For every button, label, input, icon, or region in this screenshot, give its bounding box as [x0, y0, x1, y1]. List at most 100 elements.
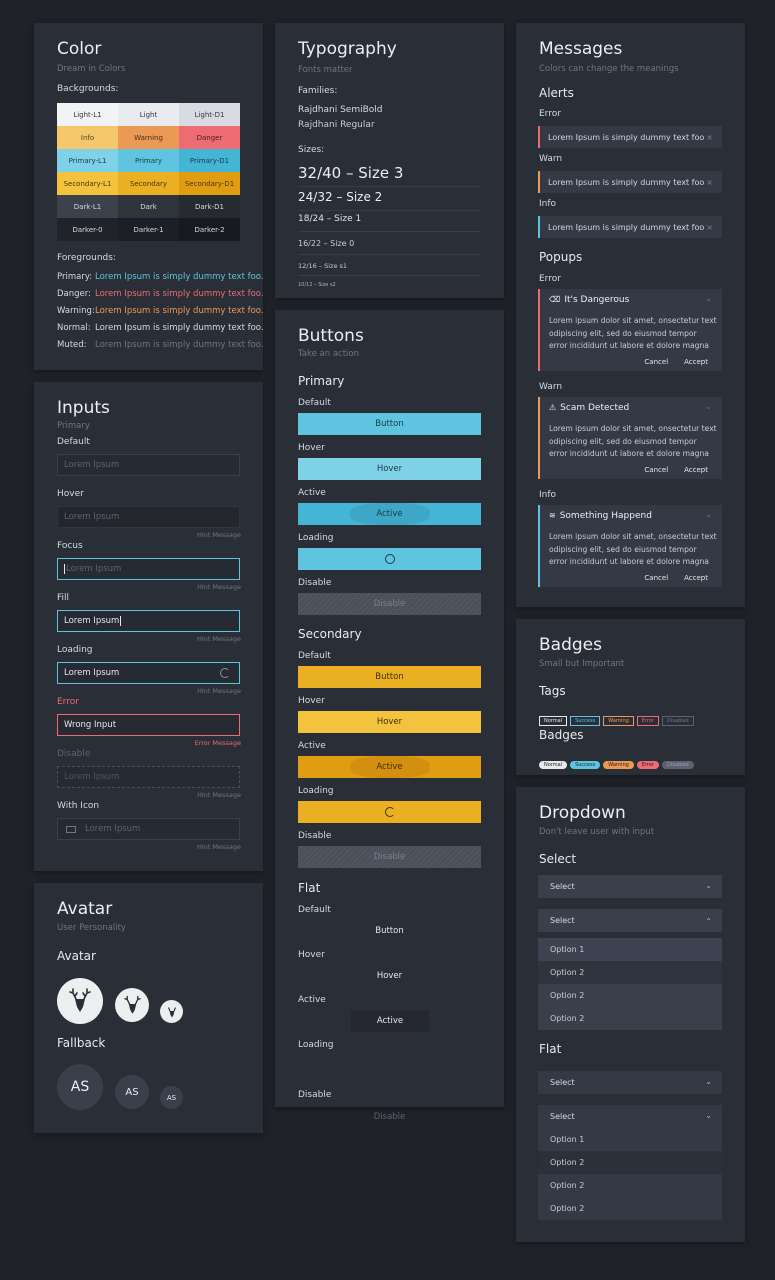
badges-row: Normal Success Warning Error Disabled	[539, 751, 697, 770]
alert-warn: Lorem Ipsum is simply dummy text foo ×	[538, 171, 722, 193]
deer-icon	[167, 1006, 176, 1017]
input-field-fill[interactable]: Lorem Ipsum	[57, 610, 240, 632]
button-default[interactable]: Button	[298, 666, 481, 688]
option-label: Option 2	[550, 1158, 585, 1167]
dropdown-option[interactable]: Option 2	[538, 1151, 722, 1174]
popup-level-label: Info	[539, 490, 557, 500]
dropdown-option[interactable]: Option 2	[538, 1007, 722, 1030]
cancel-button[interactable]: Cancel	[644, 358, 668, 366]
input-state-label: Default	[57, 437, 90, 447]
color-swatch: Secondary	[118, 172, 179, 195]
messages-card: Messages Colors can change the meanings …	[516, 23, 745, 607]
warning-icon: ⚠	[549, 403, 557, 412]
badge-normal: Normal	[539, 761, 568, 769]
chevron-down-icon: ⌄	[705, 1077, 712, 1086]
button-default[interactable]: Button	[298, 413, 481, 435]
spinner-icon	[384, 554, 395, 564]
size-3-sample: 32/40 – Size 3	[298, 164, 404, 182]
tags-row: Normal Success Warning Error Disabled	[539, 707, 697, 726]
input-field-hover[interactable]: Lorem Ipsum	[57, 506, 240, 528]
buttons-title: Buttons	[298, 326, 364, 346]
inputs-card: Inputs Primary Default Lorem Ipsum Hover Lo…	[34, 382, 263, 871]
button-state-label: Loading	[298, 533, 334, 543]
foregrounds-label: Foregrounds:	[57, 253, 116, 263]
alert-text: Lorem Ipsum is simply dummy text foo	[548, 222, 705, 232]
size-0-sample: 16/22 – Size 0	[298, 239, 355, 248]
input-field-error[interactable]: Wrong Input	[57, 714, 240, 736]
flat-select-closed[interactable]: Select ⌄	[538, 1071, 722, 1094]
button-loading[interactable]	[298, 548, 481, 570]
size-2-sample: 24/32 – Size 2	[298, 190, 383, 204]
foreground-name: Primary:	[57, 272, 93, 282]
button-loading[interactable]	[298, 801, 481, 823]
input-hint: Hint Message	[197, 531, 241, 539]
chevron-down-icon: ⌄	[705, 881, 712, 890]
dropdown-card: Dropdown Don't leave user with input Sel…	[516, 787, 745, 1242]
input-value: Wrong Input	[64, 720, 117, 730]
family-semibold: Rajdhani SemiBold	[298, 105, 383, 115]
close-icon[interactable]: ×	[706, 133, 713, 142]
accept-button[interactable]: Accept	[684, 358, 708, 366]
flat-select-open[interactable]: Select ⌄	[538, 1105, 722, 1128]
close-icon[interactable]: ×	[706, 178, 713, 187]
color-swatch: Dark-D1	[179, 195, 240, 218]
alert-level-label: Info	[539, 199, 557, 209]
button-active[interactable]: Active	[351, 1010, 429, 1032]
fallback-avatar-small[interactable]: AS	[160, 1086, 183, 1109]
popup-title: ≋ Something Happend	[549, 511, 652, 521]
accept-button[interactable]: Accept	[684, 466, 708, 474]
button-hover[interactable]: Hover	[298, 711, 481, 733]
dropdown-option[interactable]: Option 2	[538, 984, 722, 1007]
button-label: Active	[376, 509, 403, 519]
color-swatch: Primary	[118, 149, 179, 172]
popup-body: Lorem ipsum dolor sit amet, onsectetur t…	[549, 532, 717, 566]
dropdown-option[interactable]: Option 1	[538, 1128, 722, 1151]
button-active[interactable]: Active	[298, 503, 481, 525]
button-state-label: Active	[298, 488, 326, 498]
button-hover[interactable]: Hover	[298, 458, 481, 480]
chevron-down-icon[interactable]: ⌄	[705, 510, 712, 519]
input-field-focus[interactable]: Lorem Ipsum	[57, 558, 240, 580]
deer-icon	[123, 995, 141, 1014]
button-hover[interactable]: Hover	[298, 965, 481, 987]
close-icon[interactable]: ×	[706, 223, 713, 232]
popup-actions: Cancel Accept	[628, 466, 708, 474]
color-swatch: Info	[57, 126, 118, 149]
dropdown-option[interactable]: Option 1	[538, 938, 722, 961]
dropdown-option[interactable]: Option 2	[538, 1174, 722, 1197]
dropdown-option[interactable]: Option 2	[538, 1197, 722, 1220]
cancel-button[interactable]: Cancel	[644, 466, 668, 474]
avatar-large[interactable]	[57, 978, 103, 1024]
select-closed[interactable]: Select ⌄	[538, 875, 722, 898]
badges-subtitle: Small but Important	[539, 659, 625, 669]
chevron-down-icon[interactable]: ⌄	[705, 294, 712, 303]
flat-select-label: Flat	[539, 1042, 562, 1056]
avatar-small[interactable]	[160, 1000, 183, 1023]
cancel-button[interactable]: Cancel	[644, 574, 668, 582]
input-hint: Error Message	[194, 739, 241, 747]
color-swatch: Darker-1	[118, 218, 179, 241]
input-field-disable[interactable]: Lorem Ipsum	[57, 766, 240, 788]
color-subtitle: Dream in Colors	[57, 64, 126, 74]
input-field-loading[interactable]: Lorem Ipsum	[57, 662, 240, 684]
select-value: Select	[550, 1078, 575, 1087]
color-card: Color Dream in Colors Backgrounds: Light…	[34, 23, 264, 370]
fallback-avatar-medium[interactable]: AS	[115, 1075, 149, 1109]
input-field-with-icon[interactable]: Lorem Ipsum	[57, 818, 240, 840]
button-group-label: Secondary	[298, 627, 362, 641]
chevron-down-icon[interactable]: ⌄	[705, 402, 712, 411]
dropdown-option[interactable]: Option 2	[538, 961, 722, 984]
button-active[interactable]: Active	[298, 756, 481, 778]
select-open[interactable]: Select ⌃	[538, 909, 722, 932]
alert-level-label: Error	[539, 109, 561, 119]
foreground-name: Danger:	[57, 289, 91, 299]
avatar-medium[interactable]	[115, 988, 149, 1022]
input-field-default[interactable]: Lorem Ipsum	[57, 454, 240, 476]
button-default[interactable]: Button	[298, 920, 481, 942]
accept-button[interactable]: Accept	[684, 574, 708, 582]
tag-normal: Normal	[539, 716, 568, 726]
fallback-avatar-large[interactable]: AS	[57, 1064, 103, 1110]
dropdown-title: Dropdown	[539, 803, 626, 823]
divider	[298, 275, 481, 276]
button-state-label: Default	[298, 905, 331, 915]
